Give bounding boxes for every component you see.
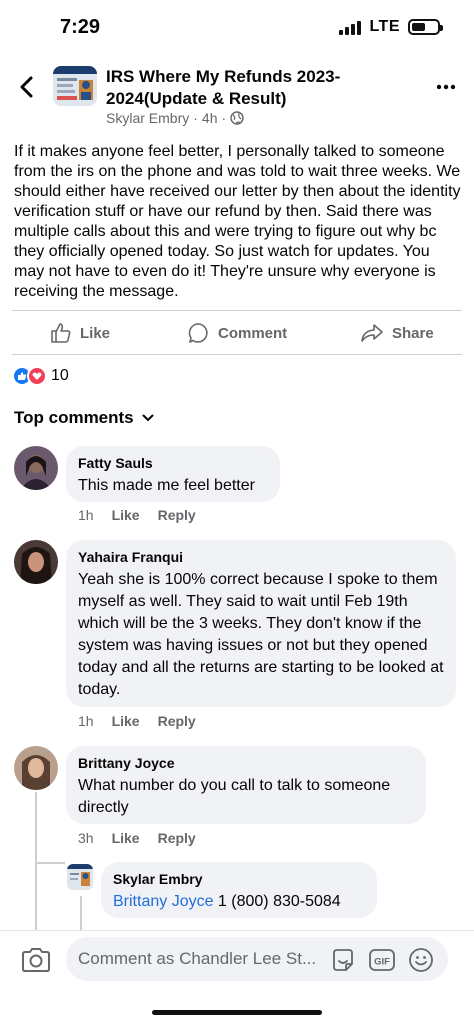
smiley-icon xyxy=(409,948,433,972)
comment-text: What number do you call to talk to someo… xyxy=(78,777,391,816)
comment-reply-button[interactable]: Reply xyxy=(158,507,196,523)
comment-meta: 3h Like Reply xyxy=(78,830,196,846)
love-reaction-icon xyxy=(27,366,47,386)
battery-icon xyxy=(408,19,443,35)
chevron-down-icon xyxy=(142,414,154,422)
thumbs-up-icon xyxy=(51,323,71,343)
network-label: LTE xyxy=(369,18,400,35)
avatar[interactable] xyxy=(14,540,58,584)
gif-button[interactable]: GIF xyxy=(368,947,396,978)
reply-bubble: Skylar Embry Brittany Joyce 1 (800) 830-… xyxy=(101,862,377,918)
avatar[interactable] xyxy=(14,446,58,490)
thread-line xyxy=(35,862,65,864)
author-name[interactable]: Skylar Embry xyxy=(106,110,189,126)
reply-author[interactable]: Skylar Embry xyxy=(113,870,365,888)
back-button[interactable] xyxy=(14,74,40,100)
avatar[interactable] xyxy=(14,746,58,790)
status-indicators: LTE xyxy=(339,18,443,36)
status-time: 7:29 xyxy=(60,16,101,38)
comment-composer: GIF xyxy=(0,930,474,990)
battery-level xyxy=(412,23,426,31)
comment-button[interactable]: Comment xyxy=(188,322,287,344)
reply-phone: 1 (800) 830-5084 xyxy=(213,893,341,910)
globe-icon xyxy=(230,111,244,125)
comment-text: This made me feel better xyxy=(78,477,255,494)
comment-author[interactable]: Yahaira Franqui xyxy=(78,548,444,566)
post-actions: Like Comment Share xyxy=(0,314,474,354)
like-label: Like xyxy=(80,324,111,342)
comment-bubble: Brittany Joyce What number do you call t… xyxy=(66,746,426,824)
home-indicator[interactable] xyxy=(152,1010,322,1015)
chevron-left-icon xyxy=(20,76,33,98)
more-dots-icon xyxy=(436,84,456,90)
reply-mention[interactable]: Brittany Joyce xyxy=(113,893,213,910)
signal-icon xyxy=(339,19,362,35)
comment-reply-button[interactable]: Reply xyxy=(158,830,196,846)
avatar[interactable] xyxy=(67,864,93,890)
meta-separator: · xyxy=(193,110,198,126)
comment-meta: 1h Like Reply xyxy=(78,507,196,523)
comment-time: 1h xyxy=(78,507,94,523)
comment-text: Yeah she is 100% correct because I spoke… xyxy=(78,571,444,698)
reaction-count: 10 xyxy=(51,367,69,384)
comment-bubble: Fatty Sauls This made me feel better xyxy=(66,446,280,502)
camera-icon xyxy=(22,948,50,972)
share-button[interactable]: Share xyxy=(360,322,434,344)
more-options-button[interactable] xyxy=(436,80,456,92)
post-text: If it makes anyone feel better, I person… xyxy=(14,143,461,300)
post-header: IRS Where My Refunds 2023-2024(Update & … xyxy=(0,60,474,132)
share-label: Share xyxy=(392,324,434,342)
comment-bubble: Yahaira Franqui Yeah she is 100% correct… xyxy=(66,540,456,707)
comment-like-button[interactable]: Like xyxy=(112,713,140,729)
thread-line xyxy=(80,896,82,932)
post-time: 4h xyxy=(201,110,218,126)
camera-button[interactable] xyxy=(20,945,52,975)
comment-meta: 1h Like Reply xyxy=(78,713,196,729)
comment-time: 1h xyxy=(78,713,94,729)
avatar-sticker-button[interactable] xyxy=(330,947,356,978)
meta-separator: · xyxy=(221,110,227,126)
reply-text: Brittany Joyce 1 (800) 830-5084 xyxy=(113,891,365,913)
comment-author[interactable]: Brittany Joyce xyxy=(78,754,414,772)
divider xyxy=(12,310,462,311)
comment-like-button[interactable]: Like xyxy=(112,830,140,846)
comment-like-button[interactable]: Like xyxy=(112,507,140,523)
comment-reply-button[interactable]: Reply xyxy=(158,713,196,729)
group-thumbnail[interactable] xyxy=(53,66,97,106)
avatar-sticker-icon xyxy=(333,949,353,971)
comments-sort-dropdown[interactable]: Top comments xyxy=(14,408,154,428)
post-meta: Skylar Embry · 4h · xyxy=(106,110,244,126)
like-button[interactable]: Like xyxy=(50,322,110,344)
speech-bubble-icon xyxy=(188,323,208,343)
divider xyxy=(12,354,462,355)
share-arrow-icon xyxy=(361,324,383,342)
comment-time: 3h xyxy=(78,830,94,846)
comment-label: Comment xyxy=(218,324,288,342)
comments-heading: Top comments xyxy=(14,408,134,427)
status-bar: 7:29 LTE xyxy=(0,0,474,56)
svg-text:GIF: GIF xyxy=(374,957,390,968)
group-name[interactable]: IRS Where My Refunds 2023-2024(Update & … xyxy=(106,66,406,110)
comment-author[interactable]: Fatty Sauls xyxy=(78,454,268,472)
emoji-button[interactable] xyxy=(408,947,434,978)
gif-icon: GIF xyxy=(369,949,395,971)
reaction-summary[interactable]: 10 xyxy=(12,366,69,386)
